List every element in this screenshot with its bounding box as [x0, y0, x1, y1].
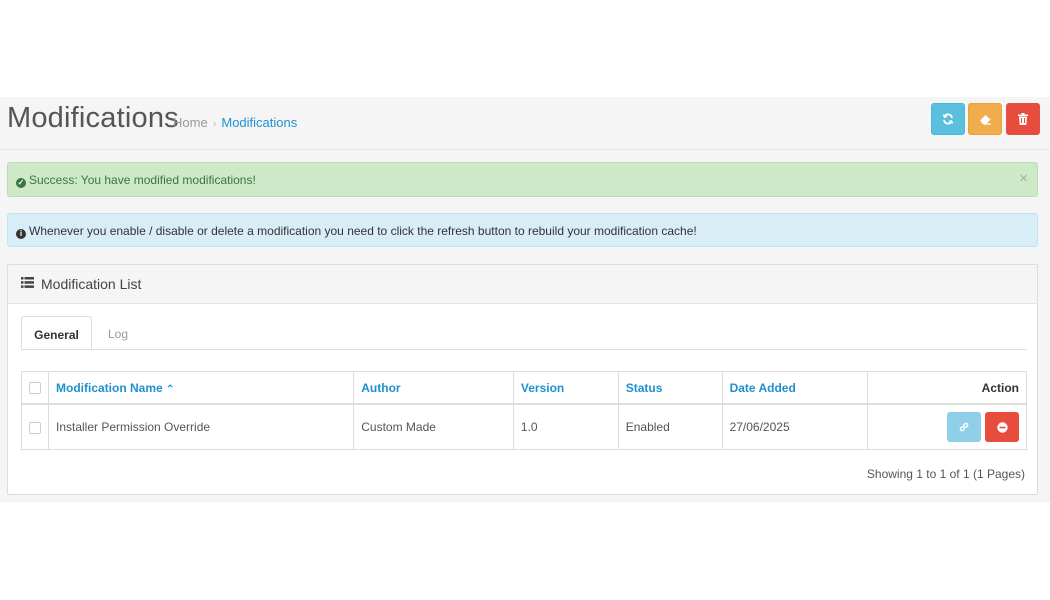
modification-list-panel: Modification List General Log Modificati…: [7, 264, 1038, 495]
delete-button[interactable]: [1006, 103, 1040, 135]
modification-table: Modification Name ⌃ Author Version Statu…: [21, 371, 1027, 450]
cell-name: Installer Permission Override: [47, 403, 355, 450]
select-all-checkbox[interactable]: [29, 382, 41, 395]
column-action: Action: [867, 371, 1027, 405]
breadcrumb-home[interactable]: Home: [173, 115, 208, 130]
success-alert: ✓ Success: You have modified modification…: [7, 162, 1038, 197]
sort-asc-icon: ⌃: [166, 383, 175, 395]
refresh-icon: [942, 113, 954, 125]
pagination-info: Showing 1 to 1 of 1 (1 Pages): [866, 467, 1025, 481]
link-icon: [959, 422, 968, 432]
cell-version: 1.0: [512, 403, 619, 450]
info-alert: i Whenever you enable / disable or delete…: [7, 213, 1038, 247]
minus-circle-icon: [996, 421, 1008, 433]
page-title: Modifications: [7, 102, 179, 134]
column-status[interactable]: Status: [617, 371, 723, 405]
column-author[interactable]: Author: [353, 371, 514, 405]
column-modification-name[interactable]: Modification Name ⌃: [47, 371, 355, 405]
panel-title: Modification List: [41, 276, 142, 292]
column-date-added[interactable]: Date Added: [721, 371, 869, 405]
tab-bar: General Log: [21, 316, 1027, 350]
breadcrumb: Home › Modifications: [173, 115, 297, 130]
panel-heading: Modification List: [8, 265, 1037, 304]
disable-button[interactable]: [985, 412, 1019, 442]
info-message: Whenever you enable / disable or delete …: [29, 224, 697, 238]
page-header: Modifications Home › Modifications: [0, 97, 1050, 150]
check-circle-icon: ✓: [16, 178, 26, 188]
cell-date-added: 27/06/2025: [721, 403, 869, 450]
list-icon: [21, 277, 34, 288]
trash-icon: [1018, 113, 1028, 125]
cell-status: Enabled: [617, 403, 723, 450]
breadcrumb-separator-icon: ›: [212, 118, 217, 130]
link-button[interactable]: [946, 412, 981, 442]
refresh-button[interactable]: [931, 103, 965, 135]
row-checkbox[interactable]: [29, 421, 41, 434]
breadcrumb-current[interactable]: Modifications: [221, 115, 297, 130]
cell-author: Custom Made: [353, 403, 514, 450]
info-circle-icon: i: [16, 229, 26, 239]
table-header-row: Modification Name ⌃ Author Version Statu…: [21, 371, 1027, 405]
tab-log[interactable]: Log: [108, 316, 128, 349]
column-version[interactable]: Version: [512, 371, 619, 405]
close-icon[interactable]: ×: [1019, 170, 1028, 187]
table-row: Installer Permission Override Custom Mad…: [21, 403, 1027, 450]
tab-general[interactable]: General: [21, 316, 92, 349]
success-message: Success: You have modified modifications…: [29, 173, 256, 187]
eraser-icon: [979, 114, 991, 125]
clear-button[interactable]: [968, 103, 1002, 135]
